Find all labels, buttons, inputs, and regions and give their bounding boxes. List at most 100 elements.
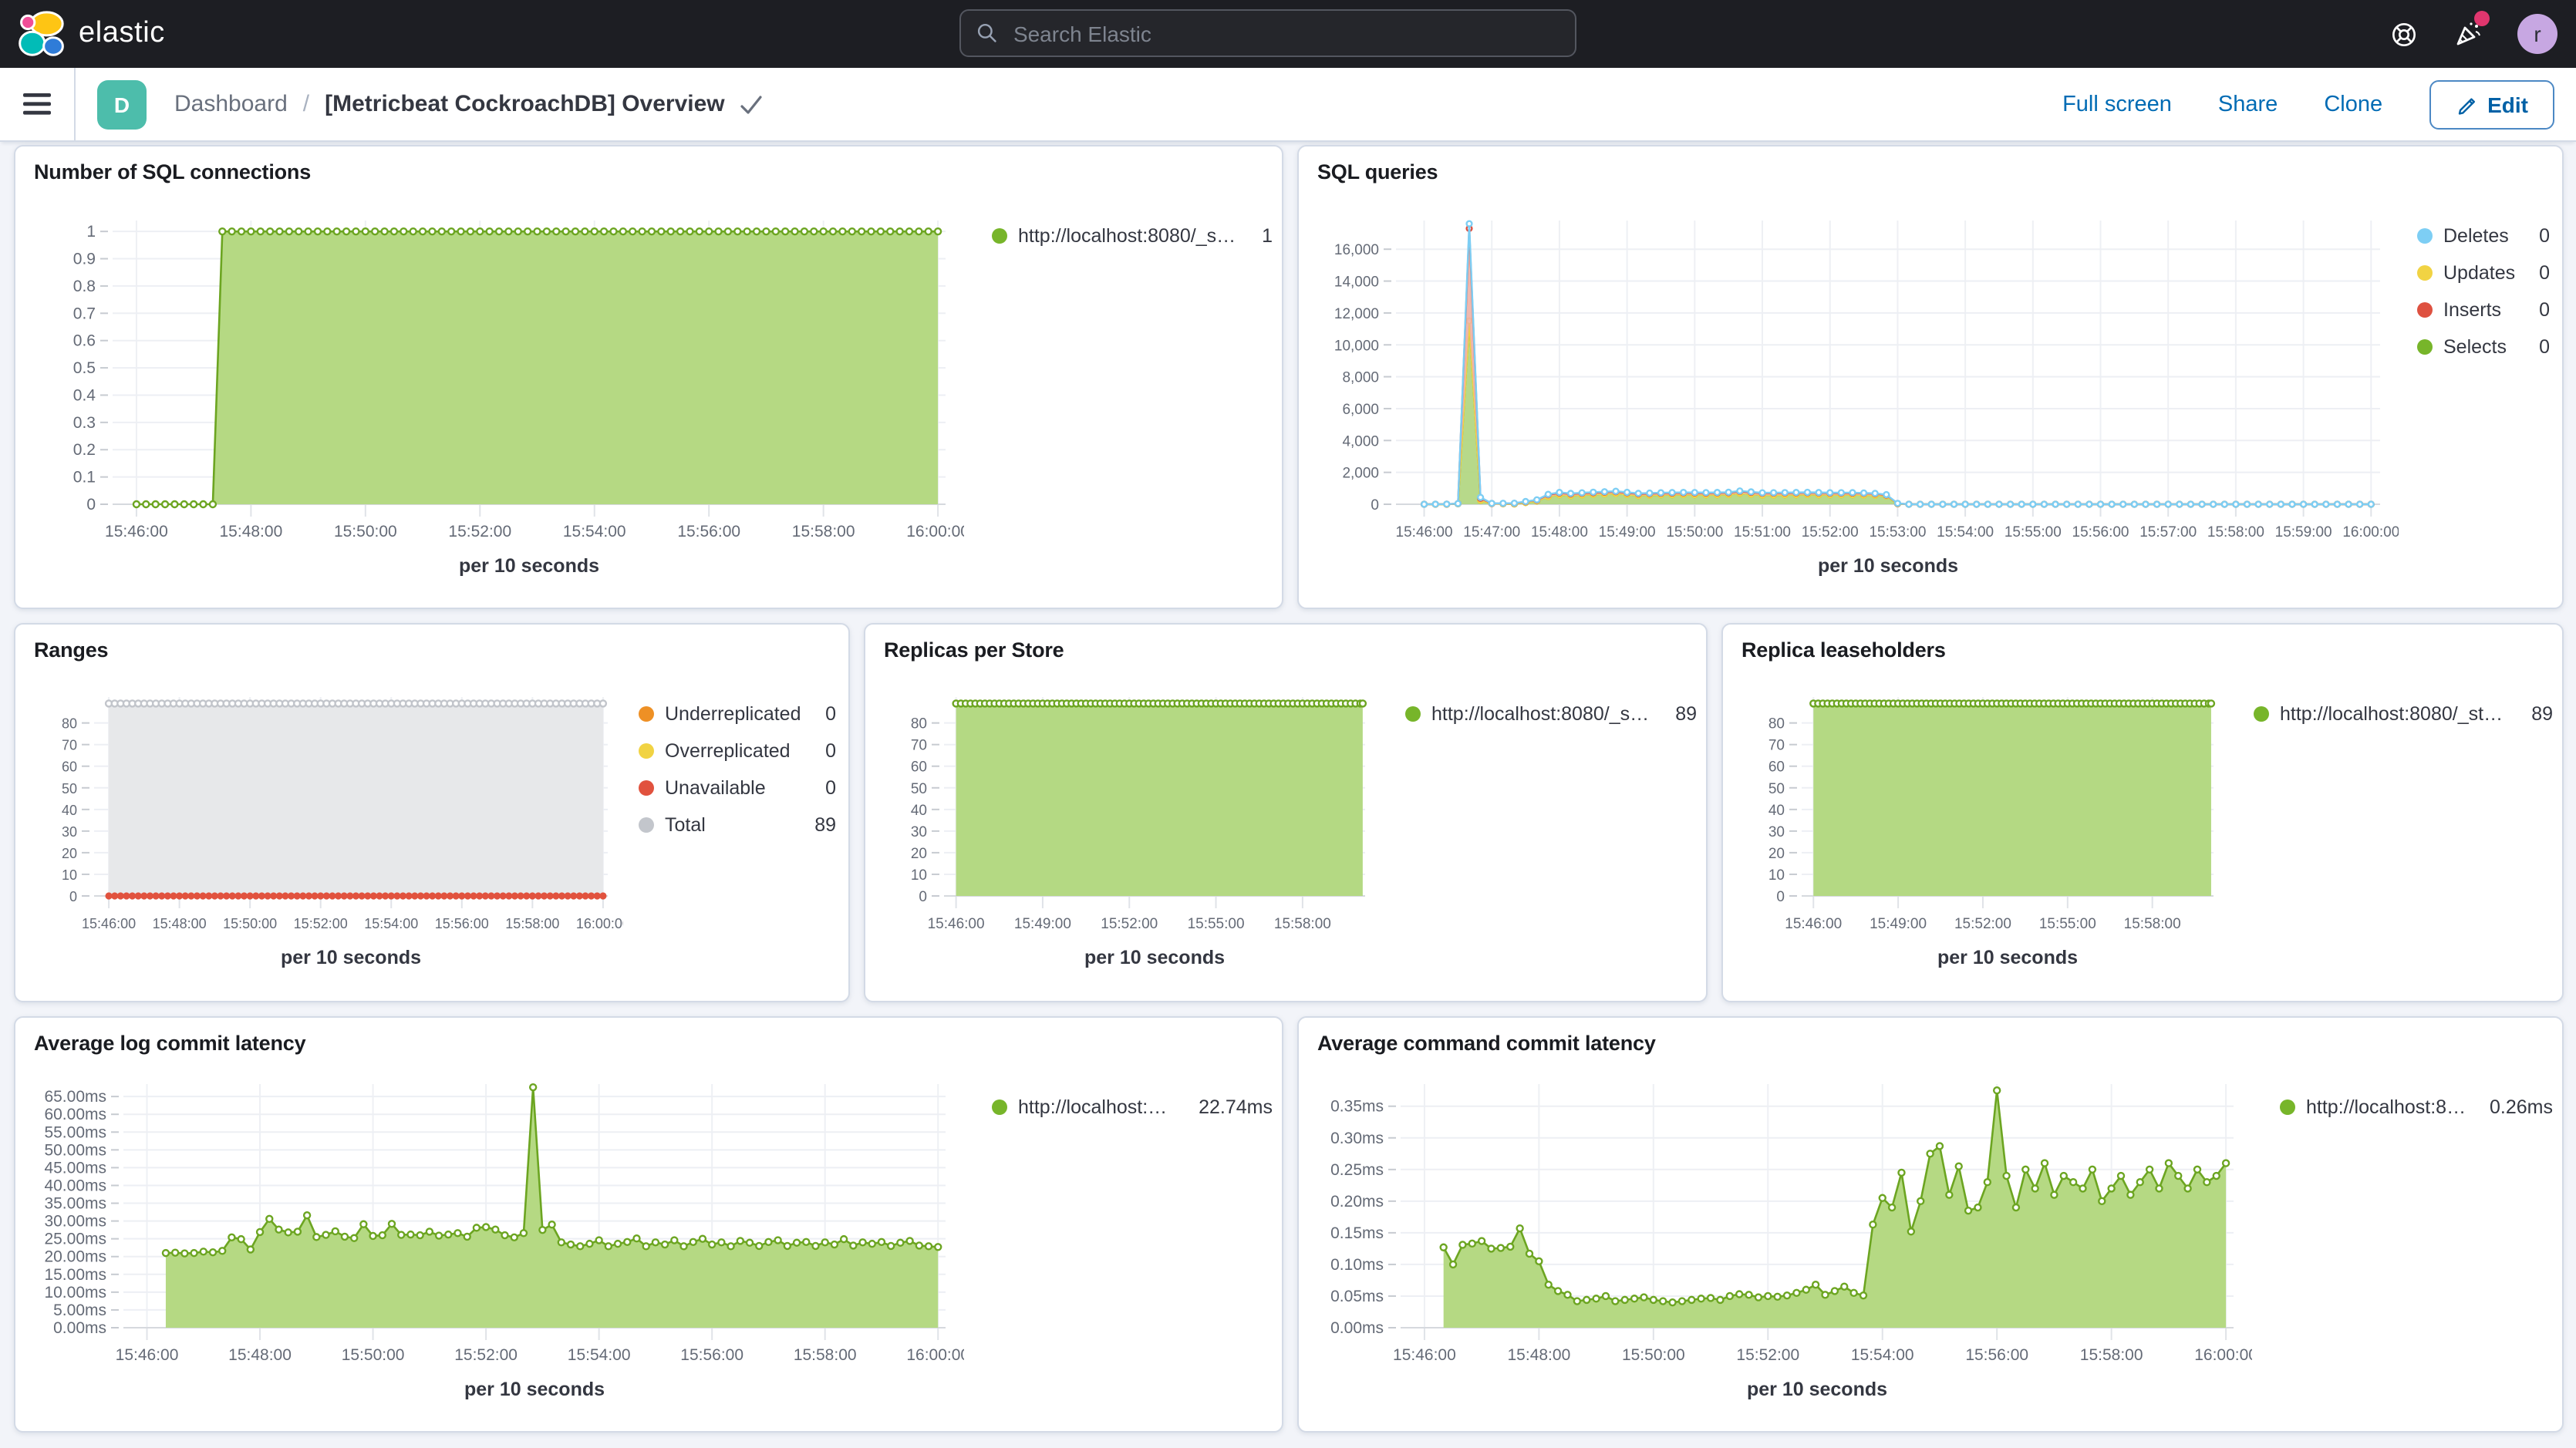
panel-average-log-commit-latency: Average log commit latency 0.00ms5.00ms1… bbox=[14, 1016, 1283, 1433]
svg-text:15:50:00: 15:50:00 bbox=[342, 1346, 405, 1364]
svg-text:15:55:00: 15:55:00 bbox=[1188, 916, 1245, 932]
svg-text:0: 0 bbox=[1371, 497, 1379, 514]
legend-item[interactable]: Overreplicated0 bbox=[639, 736, 836, 766]
svg-text:60: 60 bbox=[1768, 759, 1785, 776]
svg-text:15:58:00: 15:58:00 bbox=[505, 916, 559, 931]
panel-title: Average command commit latency bbox=[1299, 1018, 2562, 1058]
user-avatar[interactable]: r bbox=[2517, 14, 2557, 54]
svg-text:16:00:00: 16:00:00 bbox=[906, 1346, 964, 1364]
legend-label: Total bbox=[665, 814, 706, 836]
svg-text:16:00:00: 16:00:00 bbox=[2194, 1346, 2252, 1364]
svg-text:15:48:00: 15:48:00 bbox=[1531, 524, 1588, 540]
chart-ranges[interactable]: 0102030405060708015:46:0015:48:0015:50:0… bbox=[28, 665, 623, 1001]
legend-item[interactable]: http://localhost:8080...0.26ms bbox=[2280, 1092, 2553, 1123]
svg-text:0.10ms: 0.10ms bbox=[1330, 1256, 1384, 1274]
search-input[interactable] bbox=[1010, 19, 1559, 47]
svg-text:6,000: 6,000 bbox=[1342, 402, 1379, 418]
svg-text:15:46:00: 15:46:00 bbox=[1785, 916, 1842, 932]
svg-text:8,000: 8,000 bbox=[1342, 370, 1379, 386]
clone-button[interactable]: Clone bbox=[2324, 92, 2382, 116]
global-search-bar[interactable] bbox=[959, 9, 1576, 57]
legend-dot bbox=[2417, 228, 2433, 244]
svg-text:15:58:00: 15:58:00 bbox=[794, 1346, 857, 1364]
svg-text:15:54:00: 15:54:00 bbox=[364, 916, 418, 931]
svg-text:0: 0 bbox=[919, 889, 927, 905]
legend-item[interactable]: http://localhost:8080/_sta...89 bbox=[2254, 699, 2553, 729]
svg-text:15:52:00: 15:52:00 bbox=[1954, 916, 2011, 932]
toolbar-actions: Full screen Share Clone Edit bbox=[2062, 79, 2576, 129]
full-screen-button[interactable]: Full screen bbox=[2062, 92, 2172, 116]
panel-sql-queries: SQL queries 02,0004,0006,0008,00010,0001… bbox=[1297, 145, 2564, 609]
svg-text:15:56:00: 15:56:00 bbox=[2072, 524, 2129, 540]
svg-text:15:49:00: 15:49:00 bbox=[1014, 916, 1071, 932]
svg-text:15:52:00: 15:52:00 bbox=[448, 523, 511, 540]
chart-number-of-sql-connections[interactable]: 00.10.20.30.40.50.60.70.80.9115:46:0015:… bbox=[28, 187, 964, 604]
svg-text:15:58:00: 15:58:00 bbox=[792, 523, 855, 540]
legend-item[interactable]: Selects0 bbox=[2417, 332, 2550, 362]
svg-text:0: 0 bbox=[69, 889, 77, 904]
legend-item[interactable]: Unavailable0 bbox=[639, 773, 836, 803]
panel-replicas-per-store: Replicas per Store 0102030405060708015:4… bbox=[864, 623, 1708, 1002]
legend-item[interactable]: Underreplicated0 bbox=[639, 699, 836, 729]
legend-label: http://localhost:8080... bbox=[2306, 1096, 2466, 1118]
legend: http://localhost:8080...0.26ms bbox=[2252, 1058, 2553, 1431]
svg-text:15:58:00: 15:58:00 bbox=[2124, 916, 2181, 932]
svg-text:60: 60 bbox=[62, 759, 77, 775]
svg-text:0.00ms: 0.00ms bbox=[53, 1319, 106, 1337]
svg-text:0.00ms: 0.00ms bbox=[1330, 1319, 1384, 1337]
legend-item[interactable]: Updates0 bbox=[2417, 258, 2550, 288]
legend-label: Selects bbox=[2443, 336, 2507, 358]
svg-text:10: 10 bbox=[1768, 867, 1785, 884]
chart-average-command-commit-latency[interactable]: 0.00ms0.05ms0.10ms0.15ms0.20ms0.25ms0.30… bbox=[1311, 1058, 2252, 1431]
svg-text:0.15ms: 0.15ms bbox=[1330, 1224, 1384, 1242]
chart-sql-queries[interactable]: 02,0004,0006,0008,00010,00012,00014,0001… bbox=[1311, 187, 2399, 604]
newsfeed-icon[interactable] bbox=[2453, 19, 2483, 49]
chart-average-log-commit-latency[interactable]: 0.00ms5.00ms10.00ms15.00ms20.00ms25.00ms… bbox=[28, 1058, 964, 1431]
legend-item[interactable]: http://localhost:8080/_sta...89 bbox=[1405, 699, 1697, 729]
svg-text:15:54:00: 15:54:00 bbox=[1937, 524, 1994, 540]
svg-text:40: 40 bbox=[1768, 803, 1785, 819]
svg-text:15:57:00: 15:57:00 bbox=[2139, 524, 2197, 540]
help-icon[interactable] bbox=[2389, 19, 2419, 49]
svg-text:20.00ms: 20.00ms bbox=[44, 1248, 106, 1266]
legend-item[interactable]: http://localhost:8080/_stat...1 bbox=[992, 221, 1273, 251]
elastic-brand[interactable]: elastic bbox=[0, 11, 165, 57]
svg-text:15:54:00: 15:54:00 bbox=[563, 523, 626, 540]
svg-text:15:56:00: 15:56:00 bbox=[677, 523, 740, 540]
menu-icon[interactable] bbox=[0, 68, 76, 140]
svg-text:0.1: 0.1 bbox=[73, 469, 96, 487]
svg-text:30: 30 bbox=[911, 824, 927, 840]
svg-text:15:56:00: 15:56:00 bbox=[680, 1346, 743, 1364]
svg-text:16:00:00: 16:00:00 bbox=[906, 523, 964, 540]
legend-dot bbox=[639, 817, 654, 833]
legend-label: Inserts bbox=[2443, 299, 2501, 321]
legend-item[interactable]: http://localhost:808...22.74ms bbox=[992, 1092, 1273, 1123]
edit-button[interactable]: Edit bbox=[2429, 79, 2554, 129]
legend-value: 89 bbox=[2519, 703, 2553, 725]
breadcrumb-dashboard-link[interactable]: Dashboard bbox=[174, 91, 288, 117]
svg-text:10.00ms: 10.00ms bbox=[44, 1284, 106, 1302]
dashboard-app-icon: D bbox=[97, 79, 147, 129]
chart-replicas-per-store[interactable]: 0102030405060708015:46:0015:49:0015:52:0… bbox=[878, 665, 1381, 1001]
svg-text:15:46:00: 15:46:00 bbox=[82, 916, 136, 931]
legend-item[interactable]: Inserts0 bbox=[2417, 295, 2550, 325]
panel-title: Ranges bbox=[15, 625, 848, 665]
legend-item[interactable]: Deletes0 bbox=[2417, 221, 2550, 251]
legend: http://localhost:8080/_sta...89 bbox=[2229, 665, 2553, 1001]
panel-average-command-commit-latency: Average command commit latency 0.00ms0.0… bbox=[1297, 1016, 2564, 1433]
title-check-icon[interactable] bbox=[740, 95, 762, 113]
legend-value: 89 bbox=[1663, 703, 1697, 725]
chart-replica-leaseholders[interactable]: 0102030405060708015:46:0015:49:0015:52:0… bbox=[1735, 665, 2229, 1001]
legend: http://localhost:808...22.74ms bbox=[964, 1058, 1273, 1431]
legend-label: Overreplicated bbox=[665, 740, 791, 762]
legend: http://localhost:8080/_stat...1 bbox=[964, 187, 1273, 604]
svg-text:15.00ms: 15.00ms bbox=[44, 1266, 106, 1284]
legend-label: Underreplicated bbox=[665, 703, 801, 725]
legend-value: 89 bbox=[802, 814, 836, 836]
share-button[interactable]: Share bbox=[2218, 92, 2278, 116]
svg-text:15:46:00: 15:46:00 bbox=[1393, 1346, 1456, 1364]
panel-title: Replicas per Store bbox=[865, 625, 1706, 665]
legend-value: 22.74ms bbox=[1186, 1096, 1273, 1118]
legend-item[interactable]: Total 89 bbox=[639, 810, 836, 840]
svg-text:5.00ms: 5.00ms bbox=[53, 1302, 106, 1319]
